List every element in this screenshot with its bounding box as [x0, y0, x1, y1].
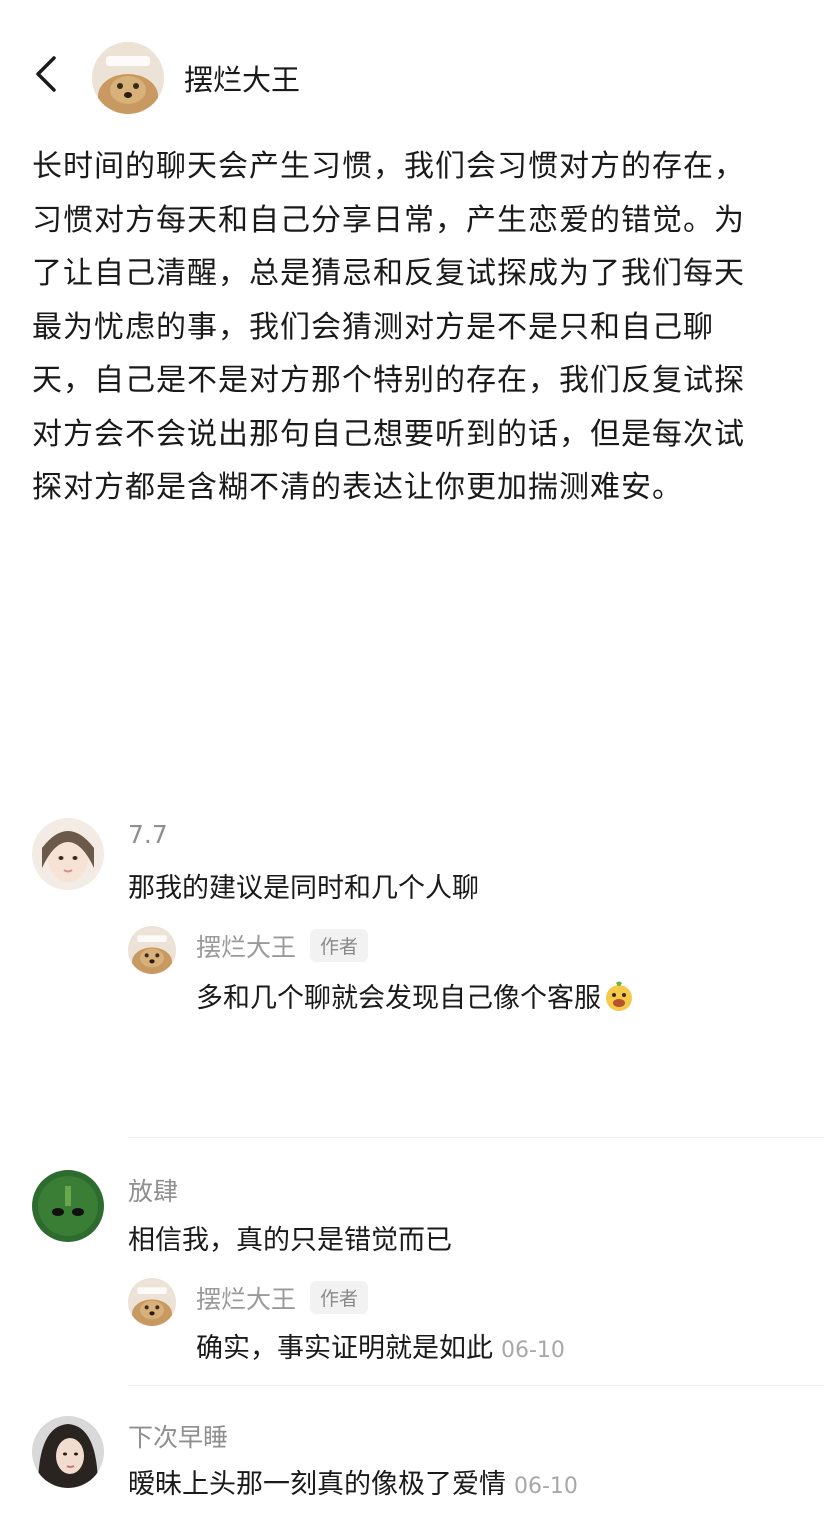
author-badge: 作者	[310, 1281, 369, 1314]
top-bar: 摆烂大王	[0, 0, 824, 150]
dog-avatar-icon	[128, 1278, 176, 1326]
reply-author-label: 摆烂大王	[196, 1285, 297, 1314]
comment-date: 06-10	[514, 1474, 578, 1499]
reply-author-avatar[interactable]	[128, 926, 176, 974]
author-avatar[interactable]	[92, 42, 164, 114]
reply-text[interactable]: 确实，事实证明就是如此 06-10	[196, 1326, 565, 1365]
comment-text[interactable]: 相信我，真的只是错觉而已	[128, 1218, 452, 1257]
reply-author-name[interactable]: 摆烂大王 作者	[196, 1280, 369, 1316]
dog-avatar-icon	[128, 926, 176, 974]
commenter-name[interactable]: 下次早睡	[128, 1418, 228, 1454]
chevron-left-icon	[36, 56, 56, 92]
comment-text-content: 暧昧上头那一刻真的像极了爱情	[128, 1469, 506, 1500]
commenter-avatar[interactable]	[32, 1416, 104, 1488]
grinning-face-emoji	[606, 981, 632, 1011]
commenter-avatar[interactable]	[32, 1170, 104, 1242]
comment-divider	[128, 1385, 824, 1386]
reply-author-label: 摆烂大王	[196, 933, 297, 962]
reply-author-avatar[interactable]	[128, 1278, 176, 1326]
back-button[interactable]	[28, 52, 68, 96]
comment-text[interactable]: 暧昧上头那一刻真的像极了爱情 06-10	[128, 1462, 578, 1501]
girl-photo-avatar-icon	[32, 1416, 104, 1488]
dog-avatar-icon	[92, 42, 164, 114]
comment-divider	[128, 1137, 824, 1138]
reply-date: 06-10	[501, 1338, 565, 1363]
author-name[interactable]: 摆烂大王	[184, 57, 300, 99]
commenter-name[interactable]: 7.7	[128, 820, 168, 849]
commenter-name[interactable]: 放肆	[128, 1172, 178, 1208]
reply-text[interactable]: 多和几个聊就会发现自己像个客服	[196, 976, 635, 1015]
author-badge: 作者	[310, 929, 369, 962]
girl-illustration-avatar-icon	[32, 818, 104, 890]
comment-text[interactable]: 那我的建议是同时和几个人聊	[128, 866, 479, 905]
reply-text-content: 确实，事实证明就是如此	[196, 1333, 493, 1364]
reply-text-content: 多和几个聊就会发现自己像个客服	[196, 983, 601, 1014]
post-content: 长时间的聊天会产生习惯，我们会习惯对方的存在， 习惯对方每天和自己分享日常，产生…	[32, 149, 745, 505]
green-character-avatar-icon	[32, 1170, 104, 1242]
commenter-avatar[interactable]	[32, 818, 104, 890]
reply-author-name[interactable]: 摆烂大王 作者	[196, 928, 369, 964]
